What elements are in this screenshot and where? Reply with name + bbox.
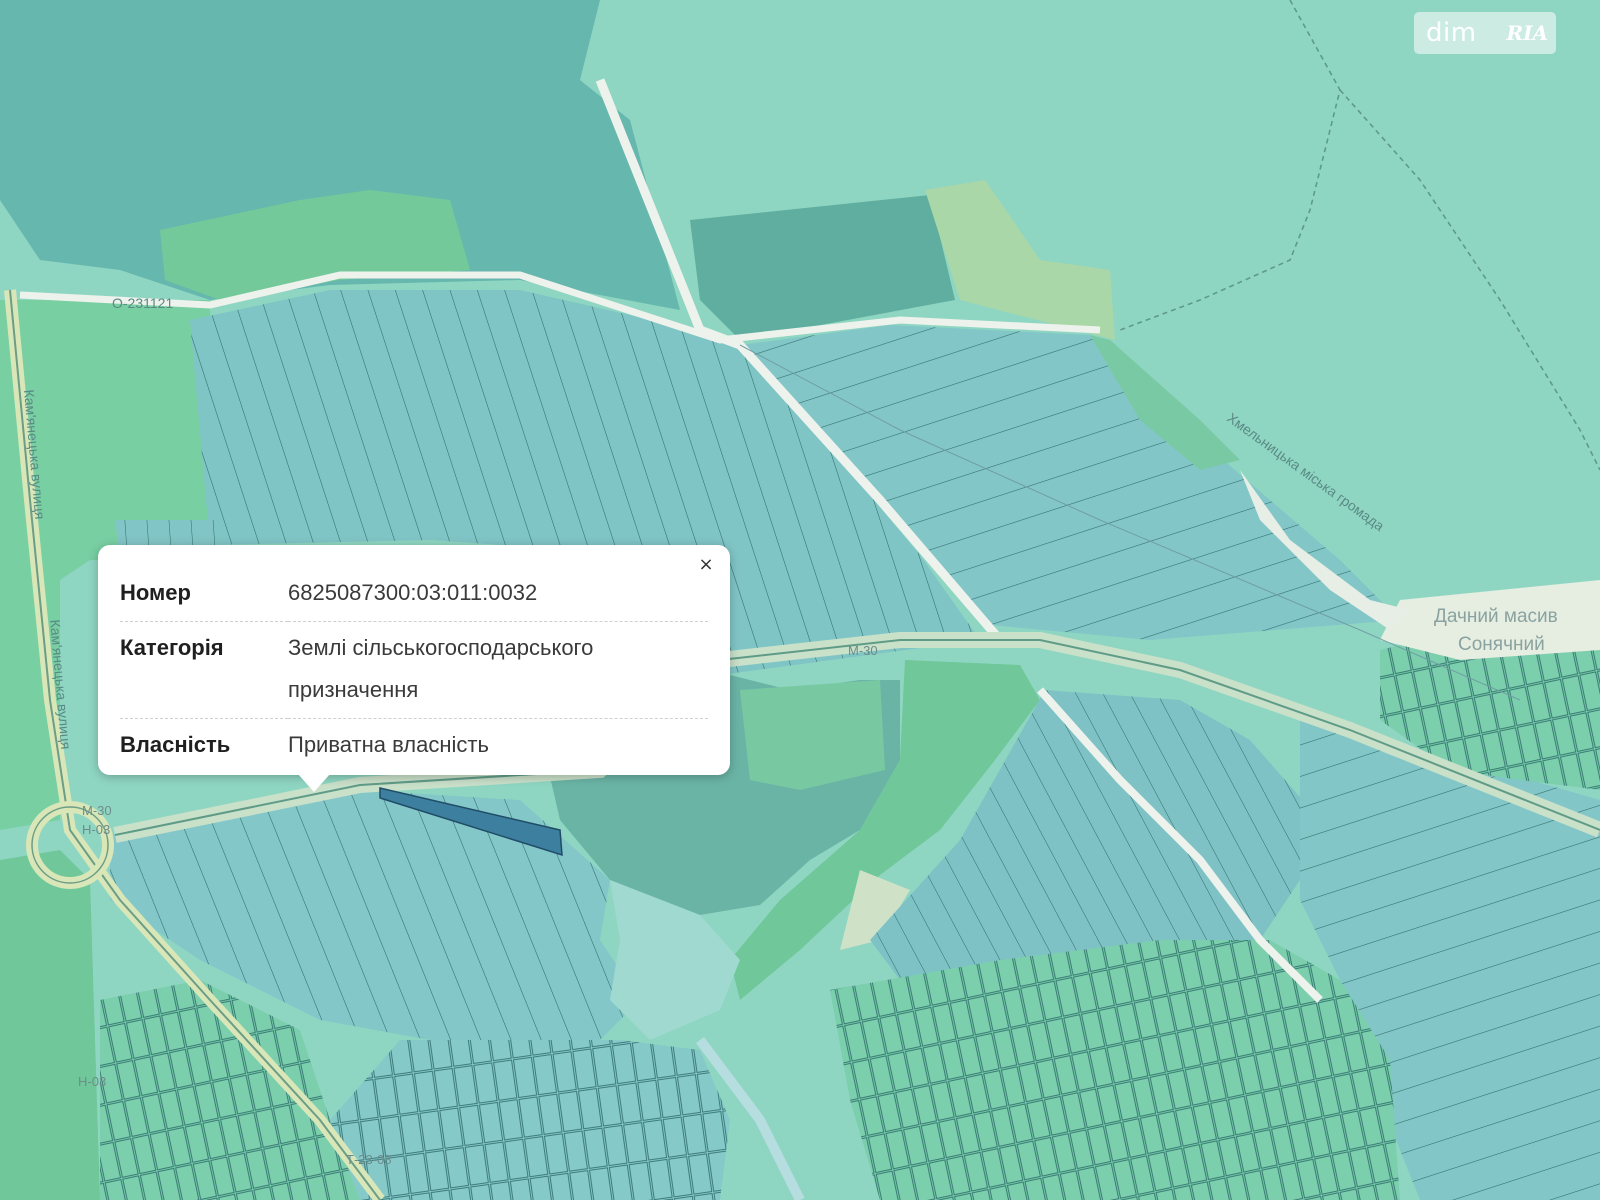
green-strip-southwest [0, 850, 100, 1200]
industrial-parcels-south [330, 1040, 730, 1200]
road-label-n03-north: Н-03 [82, 822, 110, 837]
road-label-m30-east: М-30 [848, 643, 878, 658]
parcel-info-popup: × Номер 6825087300:03:011:0032 Категорія… [98, 545, 730, 775]
cadastral-map[interactable]: О-231121 М-30 М-30 Н-03 Н-03 Т-23-08 Кам… [0, 0, 1600, 1200]
dacha-settlement-south [830, 940, 1400, 1200]
parcel-number-value: 6825087300:03:011:0032 [288, 567, 708, 622]
parcel-row-ownership: Власність Приватна власність [120, 718, 708, 773]
watermark-dim-text: dim [1426, 18, 1477, 48]
parcel-category-label: Категорія [120, 621, 288, 719]
road-label-t2308: Т-23-08 [346, 1152, 392, 1167]
road-label-o231121: О-231121 [112, 295, 173, 311]
parcel-number-label: Номер [120, 567, 288, 622]
parcel-ownership-label: Власність [120, 718, 288, 773]
green-parcels-middle [740, 680, 885, 790]
road-label-m30-west: М-30 [82, 803, 112, 818]
parcel-category-value: Землі сільськогосподарського призначення [288, 621, 708, 719]
popup-pointer [298, 774, 330, 792]
road-label-n03-south: Н-03 [78, 1074, 106, 1089]
parcel-row-category: Категорія Землі сільськогосподарського п… [120, 621, 708, 719]
parcel-ownership-value: Приватна власність [288, 718, 708, 773]
watermark-ria-logo: RIA [1506, 21, 1549, 45]
parcel-row-number: Номер 6825087300:03:011:0032 [120, 567, 708, 622]
massif-label-line1: Дачний масив [1434, 606, 1558, 627]
massif-label-line2: Сонячний [1458, 634, 1545, 655]
parcel-info-table: Номер 6825087300:03:011:0032 Категорія З… [120, 567, 708, 773]
dimria-watermark: dim RIA [1414, 12, 1556, 54]
close-icon[interactable]: × [696, 555, 716, 575]
